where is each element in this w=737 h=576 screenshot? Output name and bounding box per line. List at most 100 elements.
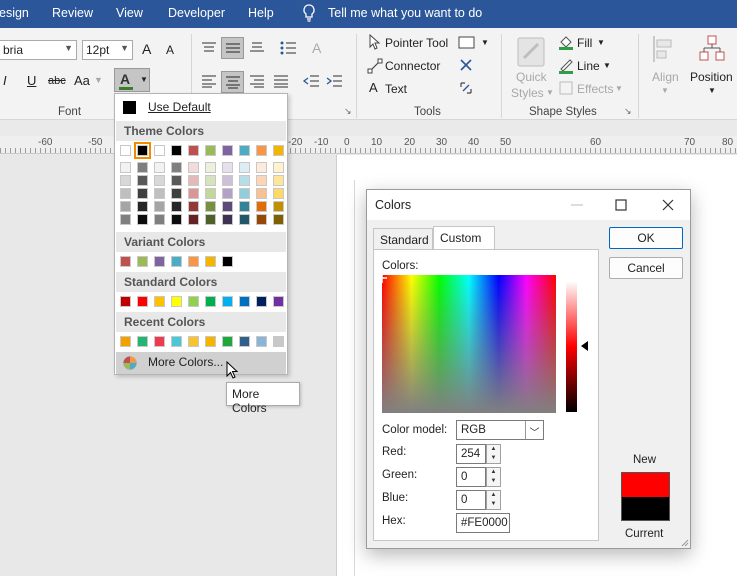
- close-icon[interactable]: [662, 199, 674, 211]
- quick-styles-label-1[interactable]: Quick: [516, 70, 547, 84]
- font-name-box[interactable]: bria ▼: [0, 40, 77, 60]
- recent-color-swatch[interactable]: [273, 336, 284, 347]
- theme-shade-swatch[interactable]: [137, 162, 148, 173]
- tab-custom[interactable]: Custom: [433, 226, 495, 249]
- resize-grip-icon[interactable]: [680, 538, 689, 547]
- align-left-icon[interactable]: [200, 74, 218, 88]
- standard-color-swatch[interactable]: [239, 296, 250, 307]
- grow-font-button[interactable]: A: [142, 41, 151, 57]
- green-spinner[interactable]: ▲ ▼: [486, 467, 501, 487]
- align-bottom-icon[interactable]: [248, 40, 266, 54]
- theme-shade-swatch[interactable]: [222, 175, 233, 186]
- align-right-icon[interactable]: [248, 74, 266, 88]
- theme-shade-swatch[interactable]: [188, 201, 199, 212]
- theme-shade-swatch[interactable]: [137, 214, 148, 225]
- effects-button[interactable]: Effects: [577, 82, 613, 96]
- recent-color-swatch[interactable]: [120, 336, 131, 347]
- theme-shade-swatch[interactable]: [239, 214, 250, 225]
- variant-color-swatch[interactable]: [171, 256, 182, 267]
- color-model-select[interactable]: RGB ﹀: [456, 420, 544, 440]
- blue-spinner[interactable]: ▲ ▼: [486, 490, 501, 510]
- theme-shade-swatch[interactable]: [205, 188, 216, 199]
- standard-color-swatch[interactable]: [188, 296, 199, 307]
- theme-shade-swatch[interactable]: [188, 188, 199, 199]
- theme-shade-swatch[interactable]: [205, 162, 216, 173]
- theme-shade-swatch[interactable]: [273, 201, 284, 212]
- standard-color-swatch[interactable]: [256, 296, 267, 307]
- theme-color-swatch[interactable]: [134, 142, 151, 159]
- recent-color-swatch[interactable]: [239, 336, 250, 347]
- justify-icon[interactable]: [272, 74, 290, 88]
- theme-shade-swatch[interactable]: [222, 201, 233, 212]
- theme-shade-swatch[interactable]: [239, 162, 250, 173]
- variant-color-swatch[interactable]: [120, 256, 131, 267]
- theme-shade-swatch[interactable]: [137, 188, 148, 199]
- theme-shade-swatch[interactable]: [256, 162, 267, 173]
- standard-color-swatch[interactable]: [120, 296, 131, 307]
- menu-help[interactable]: Help: [248, 6, 274, 20]
- theme-shade-swatch[interactable]: [171, 175, 182, 186]
- luminance-slider[interactable]: [566, 281, 577, 412]
- theme-shade-swatch[interactable]: [171, 162, 182, 173]
- theme-shade-swatch[interactable]: [256, 201, 267, 212]
- quick-styles-label-2[interactable]: Styles: [511, 86, 544, 100]
- theme-shade-swatch[interactable]: [154, 201, 165, 212]
- theme-shade-swatch[interactable]: [205, 214, 216, 225]
- theme-shade-swatch[interactable]: [273, 175, 284, 186]
- theme-shade-swatch[interactable]: [256, 188, 267, 199]
- standard-color-swatch[interactable]: [137, 296, 148, 307]
- pointer-tool-button[interactable]: Pointer Tool: [385, 36, 448, 50]
- theme-shade-swatch[interactable]: [273, 214, 284, 225]
- menu-design[interactable]: esign: [0, 6, 29, 20]
- theme-shade-swatch[interactable]: [154, 214, 165, 225]
- theme-shade-swatch[interactable]: [205, 201, 216, 212]
- align-center-button[interactable]: [221, 71, 244, 93]
- menu-view[interactable]: View: [116, 6, 143, 20]
- theme-shade-swatch[interactable]: [239, 188, 250, 199]
- theme-shade-swatch[interactable]: [137, 201, 148, 212]
- theme-color-swatch[interactable]: [256, 145, 267, 156]
- shrink-font-button[interactable]: A: [166, 43, 174, 57]
- recent-color-swatch[interactable]: [205, 336, 216, 347]
- theme-shade-swatch[interactable]: [188, 162, 199, 173]
- variant-color-swatch[interactable]: [188, 256, 199, 267]
- cancel-button[interactable]: Cancel: [609, 257, 683, 279]
- close-x-icon[interactable]: [460, 59, 472, 71]
- green-input[interactable]: 0: [456, 467, 486, 487]
- theme-color-swatch[interactable]: [239, 145, 250, 156]
- text-direction-icon[interactable]: A: [310, 39, 328, 57]
- tell-me-search[interactable]: Tell me what you want to do: [328, 6, 482, 20]
- line-button[interactable]: Line: [577, 59, 600, 73]
- standard-color-swatch[interactable]: [171, 296, 182, 307]
- red-input[interactable]: 254: [456, 444, 486, 464]
- decrease-indent-icon[interactable]: [302, 73, 320, 89]
- theme-shade-swatch[interactable]: [120, 214, 131, 225]
- minimize-icon[interactable]: [571, 204, 583, 206]
- recent-color-swatch[interactable]: [137, 336, 148, 347]
- theme-shade-swatch[interactable]: [188, 214, 199, 225]
- text-tool-button[interactable]: Text: [385, 82, 407, 96]
- recent-color-swatch[interactable]: [222, 336, 233, 347]
- variant-color-swatch[interactable]: [205, 256, 216, 267]
- recent-color-swatch[interactable]: [188, 336, 199, 347]
- variant-color-swatch[interactable]: [222, 256, 233, 267]
- theme-shade-swatch[interactable]: [120, 175, 131, 186]
- theme-color-swatch[interactable]: [154, 145, 165, 156]
- variant-color-swatch[interactable]: [137, 256, 148, 267]
- menu-review[interactable]: Review: [52, 6, 93, 20]
- recent-color-swatch[interactable]: [171, 336, 182, 347]
- recent-color-swatch[interactable]: [256, 336, 267, 347]
- rectangle-icon[interactable]: [458, 36, 476, 50]
- fill-button[interactable]: Fill: [577, 36, 592, 50]
- theme-color-swatch[interactable]: [273, 145, 284, 156]
- red-spinner[interactable]: ▲ ▼: [486, 444, 501, 464]
- theme-shade-swatch[interactable]: [137, 175, 148, 186]
- paragraph-dialog-launcher-icon[interactable]: ↘: [344, 106, 352, 117]
- blue-input[interactable]: 0: [456, 490, 486, 510]
- theme-shade-swatch[interactable]: [120, 162, 131, 173]
- theme-shade-swatch[interactable]: [171, 214, 182, 225]
- theme-shade-swatch[interactable]: [205, 175, 216, 186]
- hex-input[interactable]: #FE0000: [456, 513, 510, 533]
- align-middle-button[interactable]: [221, 37, 244, 59]
- more-colors-item[interactable]: More Colors...: [116, 352, 286, 374]
